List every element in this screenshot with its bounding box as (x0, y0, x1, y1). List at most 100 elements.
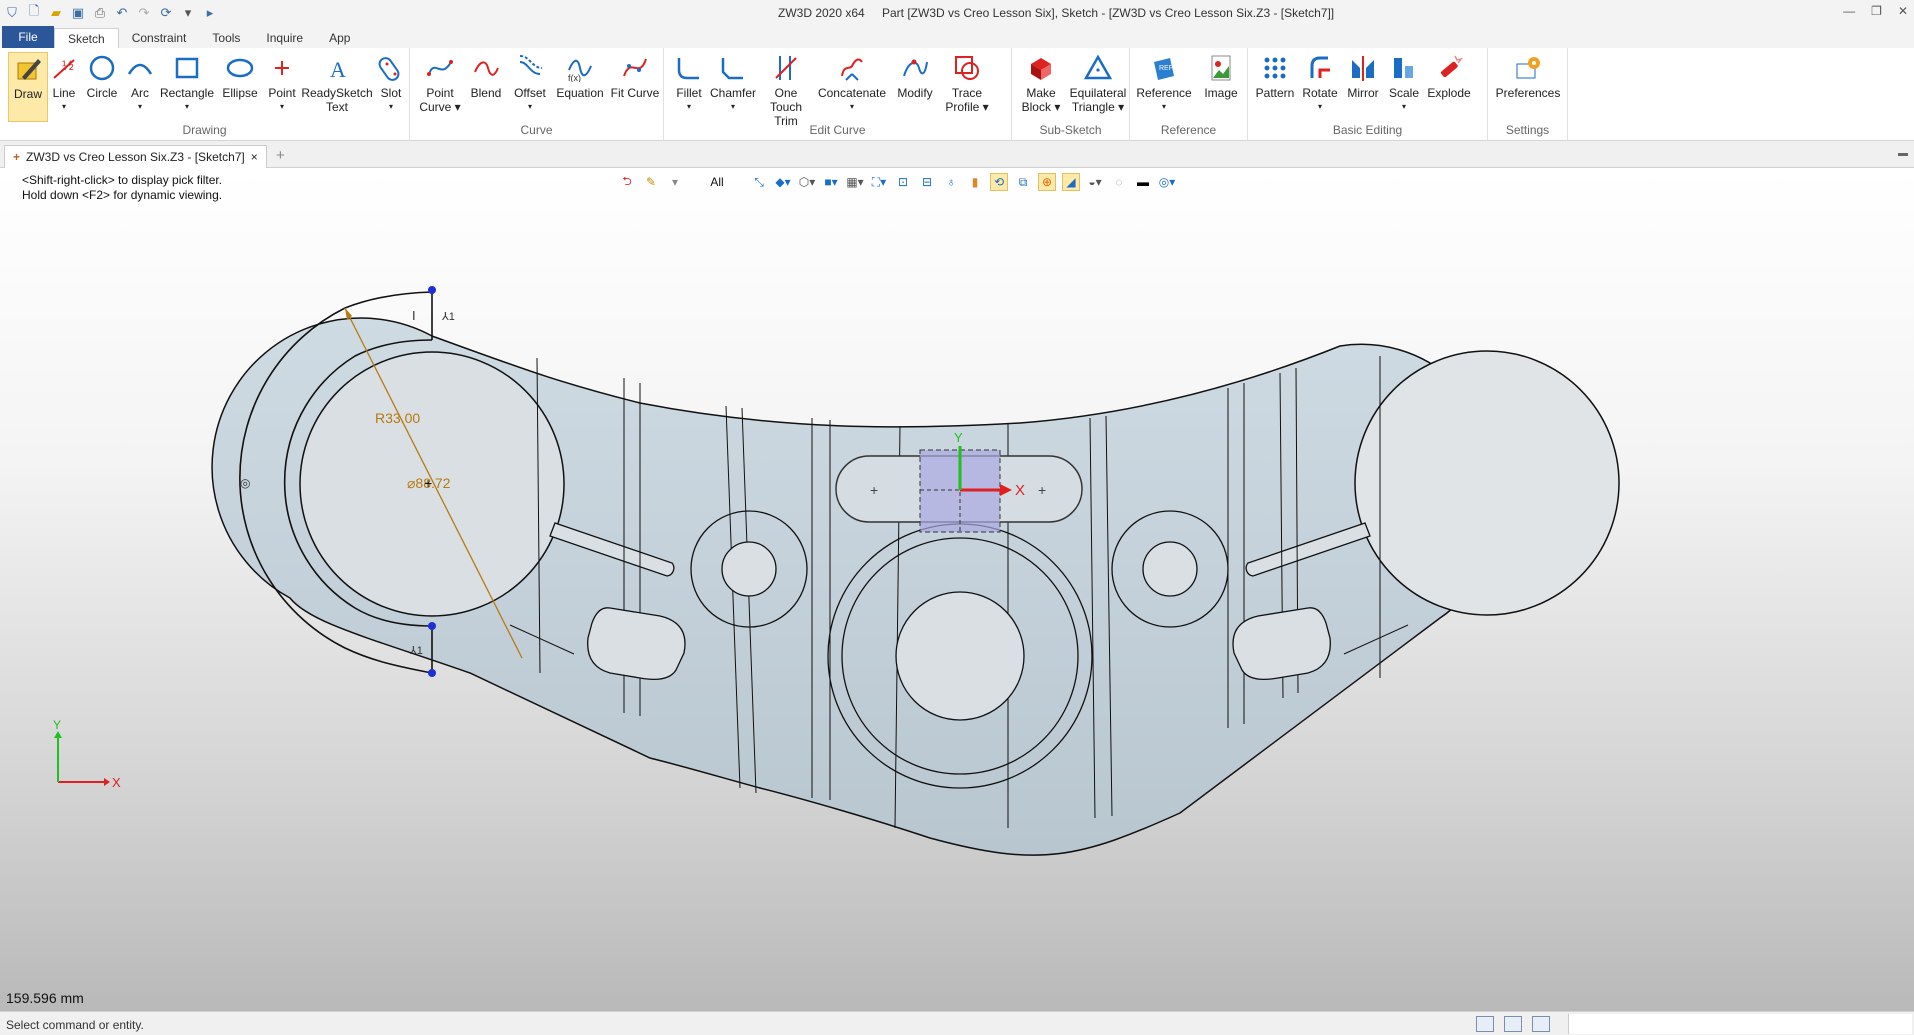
trim-icon (770, 52, 802, 84)
pattern-icon (1259, 52, 1291, 84)
pattern-button[interactable]: Pattern (1252, 52, 1298, 100)
tab-constraint[interactable]: Constraint (119, 28, 200, 48)
line-button[interactable]: ½ Line ▾ (48, 52, 80, 114)
title-bar: ⛉ 🗋 ▰ ▣ ⎙ ↶ ↷ ⟳ ▾ ▸ ZW3D 2020 x64 Part [… (0, 0, 1914, 26)
document-title: Part [ZW3D vs Creo Lesson Six], Sketch -… (882, 6, 1335, 20)
fillet-button[interactable]: Fillet ▾ (670, 52, 708, 114)
group-drawing: Draw ½ Line ▾ Circle Arc ▾ Rectangle ▾ Elli… (0, 48, 410, 141)
draw-button[interactable]: Draw (8, 52, 48, 122)
point-button[interactable]: Point ▾ (264, 52, 300, 114)
explode-button[interactable]: Explode (1424, 52, 1474, 100)
pin-icon[interactable]: + (13, 150, 20, 164)
world-x-label: X (112, 775, 121, 790)
tab-app[interactable]: App (316, 28, 363, 48)
right-bore-circle[interactable] (1354, 350, 1620, 616)
sketch-point-bottom[interactable] (428, 669, 436, 677)
right-boss-inner[interactable] (1142, 541, 1198, 597)
line-icon: ½ (48, 52, 80, 84)
chamfer-button[interactable]: Chamfer ▾ (710, 52, 756, 114)
ellipse-icon (224, 52, 256, 84)
make-block-icon (1025, 52, 1057, 84)
save-icon[interactable]: ▣ (70, 5, 86, 21)
center-boss-inner[interactable] (895, 591, 1025, 721)
layout-icon[interactable] (1476, 1016, 1494, 1032)
bore-center-mark: + (424, 475, 432, 491)
circle-button[interactable]: Circle (84, 52, 120, 100)
redo-icon[interactable]: ↷ (136, 5, 152, 21)
rebuild-icon[interactable]: ⟳ (158, 5, 174, 21)
group-sub-sketch: Make Block ▾ Equilateral Triangle ▾ Sub-… (1012, 48, 1130, 141)
close-tab-icon[interactable]: × (251, 150, 258, 164)
print-icon[interactable]: ⎙ (92, 5, 108, 21)
restore-icon[interactable]: ❐ (1871, 4, 1882, 18)
rotate-button[interactable]: Rotate ▾ (1300, 52, 1340, 114)
add-tab-icon[interactable]: + (276, 147, 285, 164)
left-boss-inner[interactable] (721, 541, 777, 597)
sketch-canvas[interactable]: + + X Y ◎ I ⅄1 ⅄1 R33.00 ⌀88.72 + X Y (0, 168, 1914, 1011)
document-tab-bar: + ZW3D vs Creo Lesson Six.Z3 - [Sketch7]… (0, 142, 1914, 168)
tab-inquire[interactable]: Inquire (253, 28, 316, 48)
make-block-button[interactable]: Make Block ▾ (1016, 52, 1066, 114)
ribbon-panel: Draw ½ Line ▾ Circle Arc ▾ Rectangle ▾ Elli… (0, 48, 1914, 141)
modify-icon (899, 52, 931, 84)
screen-icon[interactable] (1504, 1016, 1522, 1032)
sketch-point-mid[interactable] (428, 622, 436, 630)
fit-curve-button[interactable]: Fit Curve (608, 52, 662, 100)
graphics-viewport[interactable]: <Shift-right-click> to display pick filt… (0, 168, 1914, 1011)
scale-button[interactable]: Scale ▾ (1386, 52, 1422, 114)
group-label-sub-sketch: Sub-Sketch (1039, 123, 1102, 137)
triangle-icon (1082, 52, 1114, 84)
group-reference: REF Reference ▾ Image Reference (1130, 48, 1248, 141)
mirror-button[interactable]: Mirror (1342, 52, 1384, 100)
group-label-basic-editing: Basic Editing (1332, 123, 1403, 137)
blend-button[interactable]: Blend (466, 52, 506, 100)
equation-button[interactable]: f(x) Equation (554, 52, 606, 100)
equation-icon: f(x) (564, 52, 596, 84)
offset-button[interactable]: Offset ▾ (508, 52, 552, 114)
slot-button[interactable]: Slot ▾ (374, 52, 408, 114)
svg-text:½: ½ (62, 57, 74, 73)
rotate-icon (1304, 52, 1336, 84)
close-icon[interactable]: ✕ (1898, 4, 1908, 18)
image-button[interactable]: Image (1198, 52, 1244, 100)
document-tab[interactable]: + ZW3D vs Creo Lesson Six.Z3 - [Sketch7]… (4, 145, 267, 168)
ellipse-button[interactable]: Ellipse (218, 52, 262, 100)
run-icon[interactable]: ▸ (202, 5, 218, 21)
modify-button[interactable]: Modify (890, 52, 940, 100)
window-controls: — ❐ ✕ (1843, 4, 1908, 18)
world-y-label: Y (53, 718, 61, 732)
open-icon[interactable]: ▰ (48, 5, 64, 21)
concentric-marker: ◎ (240, 476, 250, 490)
mirror-icon (1347, 52, 1379, 84)
new-icon[interactable]: 🗋 (26, 3, 42, 21)
equilateral-triangle-button[interactable]: Equilateral Triangle ▾ (1068, 52, 1128, 114)
radius-dimension[interactable]: R33.00 (375, 410, 420, 426)
tab-menu-icon[interactable]: ▬ (1898, 148, 1908, 159)
undo-icon[interactable]: ↶ (114, 5, 130, 21)
sketch-point-top[interactable] (428, 286, 436, 294)
point-curve-icon (424, 52, 456, 84)
reference-button[interactable]: REF Reference ▾ (1132, 52, 1196, 114)
command-input[interactable] (1568, 1014, 1912, 1034)
group-edit-curve: Fillet ▾ Chamfer ▾ One Touch Trim Concaten… (664, 48, 1012, 141)
readysketch-text-button[interactable]: A ReadySketch Text (301, 52, 372, 114)
preferences-icon (1512, 52, 1544, 84)
window-icon[interactable] (1532, 1016, 1550, 1032)
svg-text:f(x): f(x) (568, 73, 581, 82)
slot-right-center: + (1038, 482, 1046, 498)
rectangle-button[interactable]: Rectangle ▾ (158, 52, 216, 114)
app-logo-icon[interactable]: ⛉ (4, 5, 20, 21)
minimize-icon[interactable]: — (1843, 4, 1855, 18)
customize-icon[interactable]: ▾ (180, 5, 196, 21)
trace-profile-button[interactable]: Trace Profile ▾ (942, 52, 992, 114)
concatenate-button[interactable]: Concatenate ▾ (816, 52, 888, 114)
tab-tools[interactable]: Tools (199, 28, 253, 48)
group-label-edit-curve: Edit Curve (809, 123, 866, 137)
offset-icon (514, 52, 546, 84)
point-curve-button[interactable]: Point Curve ▾ (418, 52, 462, 114)
tab-file[interactable]: File (2, 26, 54, 48)
preferences-button[interactable]: Preferences (1490, 52, 1566, 100)
arc-button[interactable]: Arc ▾ (122, 52, 158, 114)
one-touch-trim-button[interactable]: One Touch Trim (758, 52, 814, 128)
tab-sketch[interactable]: Sketch (54, 28, 119, 48)
